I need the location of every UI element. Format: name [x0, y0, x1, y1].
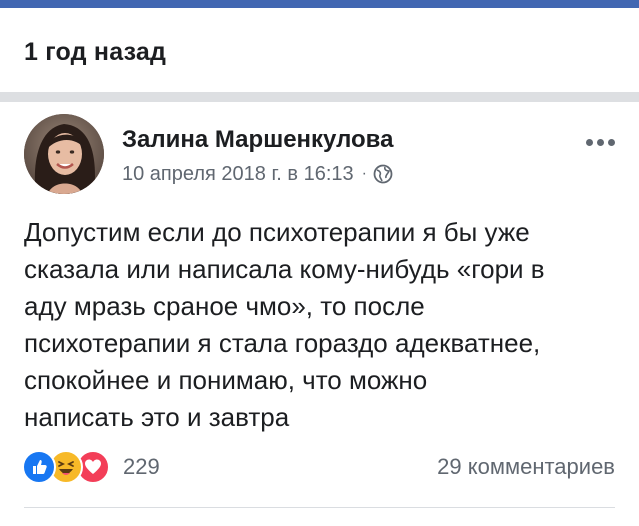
top-nav-bar: [0, 0, 639, 8]
more-dot: [585, 138, 593, 146]
author-name[interactable]: Залина Маршенкулова: [122, 126, 393, 154]
reactions-summary[interactable]: 229: [22, 450, 160, 484]
more-dot: [596, 138, 604, 146]
meta-separator: ·: [361, 165, 367, 182]
avatar-photo: [24, 114, 104, 194]
more-dot: [607, 138, 615, 146]
memory-header: 1 год назад: [0, 8, 639, 92]
reaction-count: 229: [123, 454, 160, 479]
section-divider: [0, 92, 639, 102]
post-timestamp[interactable]: 10 апреля 2018 г. в 16:13: [122, 163, 354, 186]
avatar[interactable]: [24, 114, 104, 194]
like-icon: [22, 450, 56, 484]
globe-icon[interactable]: [373, 164, 393, 184]
post-card: Залина Маршенкулова 10 апреля 2018 г. в …: [0, 102, 639, 526]
action-divider: [24, 507, 615, 508]
memory-title: 1 год назад: [24, 38, 167, 66]
post-meta: 10 апреля 2018 г. в 16:13 ·: [122, 160, 393, 188]
more-horizontal-icon[interactable]: [580, 132, 620, 152]
comments-count[interactable]: 29 комментариев: [437, 454, 615, 480]
post-text: Допустим если до психотерапии я бы уже с…: [24, 217, 545, 432]
